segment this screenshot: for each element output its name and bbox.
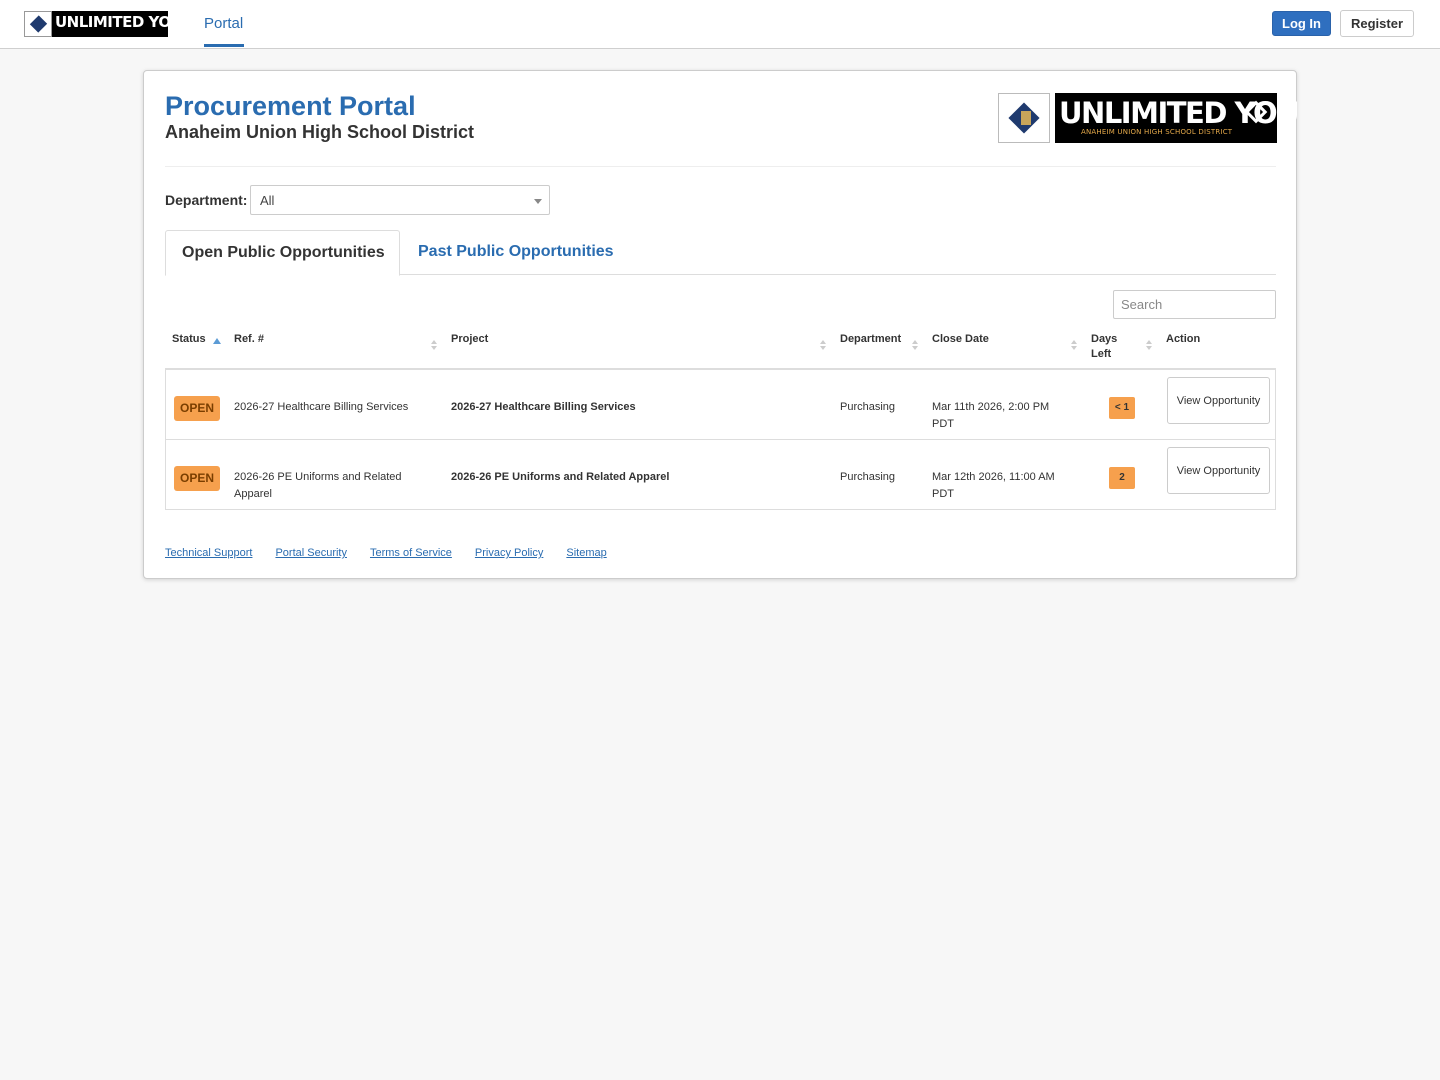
top-navbar: UNLIMITED YOU Portal Log In Register [0, 0, 1440, 49]
district-logo: UNLIMITED YOU ANAHEIM UNION HIGH SCHOOL … [998, 93, 1300, 143]
status-badge: OPEN [174, 396, 220, 421]
project-cell: 2026-27 Healthcare Billing Services [451, 401, 636, 413]
search-input[interactable] [1113, 290, 1276, 319]
view-opportunity-button[interactable]: View Opportunity [1167, 377, 1270, 424]
days-left-badge: 2 [1109, 467, 1135, 489]
department-select-value: All [260, 193, 275, 208]
header-divider [165, 166, 1276, 167]
department-select[interactable]: All [250, 185, 550, 215]
close-date-cell: Mar 11th 2026, 2:00 PM PDT [932, 401, 1050, 430]
close-date-cell: Mar 12th 2026, 11:00 AM PDT [932, 471, 1055, 500]
page-title: Procurement Portal [165, 91, 416, 121]
nav-tab-active-indicator [204, 44, 244, 47]
district-seal-icon [998, 93, 1050, 143]
nav-tab-portal[interactable]: Portal [204, 15, 243, 32]
opportunities-table: Status Ref. # Project Department Close D… [165, 323, 1276, 510]
tab-open-opportunities[interactable]: Open Public Opportunities [165, 230, 400, 276]
tab-past-opportunities[interactable]: Past Public Opportunities [418, 243, 614, 261]
opportunity-tabs: Open Public Opportunities Past Public Op… [165, 230, 1276, 276]
column-header-days-left[interactable]: Days Left [1091, 332, 1127, 362]
site-logo[interactable]: UNLIMITED YOU [24, 11, 168, 37]
logo-banner: UNLIMITED YOU ANAHEIM UNION HIGH SCHOOL … [1055, 93, 1300, 143]
column-header-ref[interactable]: Ref. # [234, 332, 264, 347]
footer-link-sitemap[interactable]: Sitemap [566, 547, 606, 559]
department-cell: Purchasing [840, 471, 896, 483]
table-row: OPEN 2026-26 PE Uniforms and Related App… [166, 440, 1275, 510]
sort-icon [1071, 340, 1077, 352]
chevron-down-icon [534, 199, 542, 204]
sort-ascending-icon [213, 338, 221, 344]
tab-open-label: Open Public Opportunities [182, 244, 385, 261]
department-cell: Purchasing [840, 401, 896, 413]
sort-icon [431, 340, 437, 352]
table-row: OPEN 2026-27 Healthcare Billing Services… [166, 370, 1275, 440]
page-subtitle: Anaheim Union High School District [165, 122, 475, 142]
footer-link-privacy-policy[interactable]: Privacy Policy [475, 547, 543, 559]
table-body: OPEN 2026-27 Healthcare Billing Services… [165, 370, 1276, 510]
portal-card: Procurement Portal Anaheim Union High Sc… [143, 70, 1300, 579]
project-cell: 2026-26 PE Uniforms and Related Apparel [451, 471, 670, 483]
logo-wordmark-text: UNLIMITED YOU [55, 13, 168, 31]
district-seal-icon [24, 11, 52, 37]
footer-link-terms-of-service[interactable]: Terms of Service [370, 547, 452, 559]
view-opportunity-button[interactable]: View Opportunity [1167, 447, 1270, 494]
column-header-project[interactable]: Project [451, 332, 488, 347]
column-header-action: Action [1166, 333, 1201, 345]
days-left-badge: < 1 [1109, 397, 1135, 419]
sort-icon [1146, 340, 1152, 352]
logo-wordmark: UNLIMITED YOU [52, 11, 168, 37]
sort-icon [912, 340, 918, 352]
footer-link-technical-support[interactable]: Technical Support [165, 547, 252, 559]
ref-cell: 2026-27 Healthcare Billing Services [234, 401, 409, 413]
column-header-status[interactable]: Status [172, 332, 206, 347]
sort-icon [820, 340, 826, 352]
status-badge: OPEN [174, 466, 220, 491]
ref-cell: 2026-26 PE Uniforms and Related Apparel [234, 471, 402, 500]
login-button[interactable]: Log In [1272, 11, 1331, 36]
footer-links: Technical Support Portal Security Terms … [165, 547, 630, 559]
table-header: Status Ref. # Project Department Close D… [165, 323, 1276, 370]
register-button[interactable]: Register [1340, 10, 1414, 37]
department-label: Department: [165, 192, 248, 208]
column-header-department[interactable]: Department [840, 332, 901, 347]
column-header-close-date[interactable]: Close Date [932, 332, 989, 347]
logo-banner-subtext: ANAHEIM UNION HIGH SCHOOL DISTRICT [1081, 128, 1233, 136]
footer-link-portal-security[interactable]: Portal Security [275, 547, 347, 559]
